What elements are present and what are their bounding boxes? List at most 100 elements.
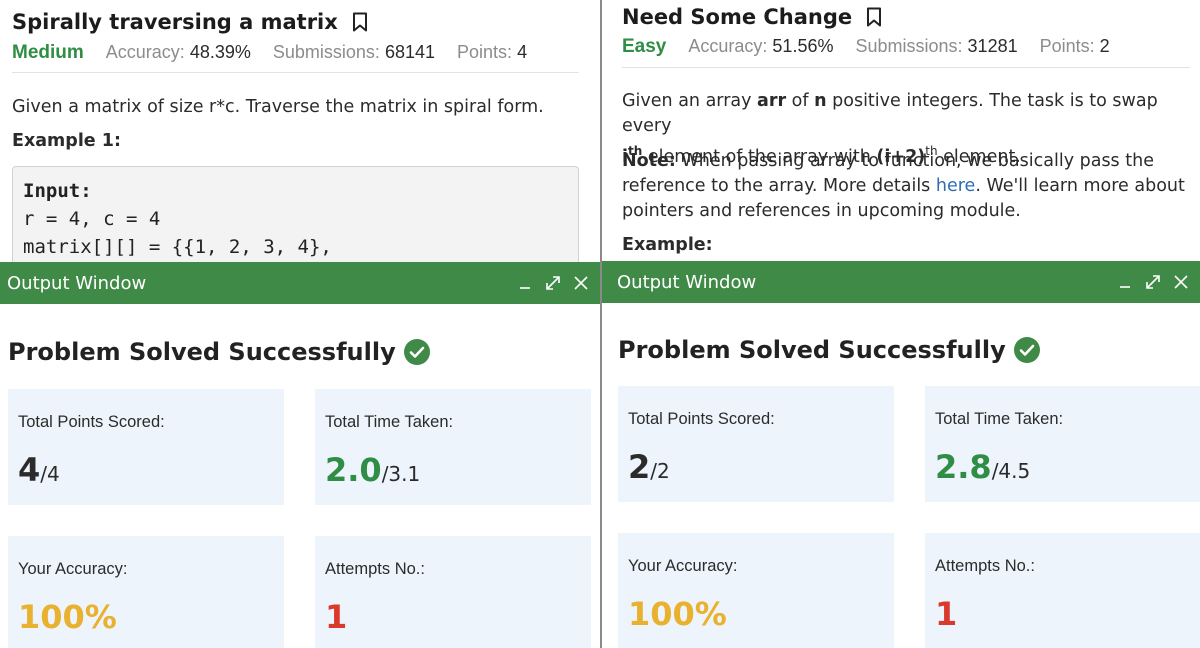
- problem-description: Given a matrix of size r*c. Traverse the…: [12, 97, 544, 117]
- accuracy-value: 51.56%: [772, 36, 834, 56]
- accuracy-card-label: Your Accuracy:: [628, 557, 738, 575]
- time-taken: 2.0: [325, 451, 382, 489]
- submissions-label: Submissions:: [855, 36, 963, 56]
- example-label: Example 1:: [12, 131, 121, 151]
- time-total: /3.1: [381, 462, 421, 486]
- points-card: Total Points Scored: 4/4: [8, 389, 284, 505]
- solved-message: Problem Solved Successfully: [8, 338, 430, 366]
- left-problem-pane: Spirally traversing a matrix Medium Accu…: [0, 0, 600, 648]
- submissions-value: 68141: [384, 42, 436, 62]
- desc-text: Given an array: [622, 91, 758, 111]
- points-value: 2: [1099, 36, 1110, 56]
- submissions-stat: Submissions: 68141: [273, 42, 435, 63]
- desc-code-n: n: [814, 91, 827, 111]
- problem-title: Need Some Change: [622, 5, 853, 29]
- accuracy-label: Accuracy:: [105, 42, 185, 62]
- submissions-label: Submissions:: [272, 42, 380, 62]
- accuracy-card-label: Your Accuracy:: [18, 560, 128, 578]
- minimize-icon[interactable]: [1116, 273, 1134, 291]
- note-label: Note:: [622, 151, 676, 171]
- example-label: Example:: [622, 235, 713, 255]
- output-window-body: Problem Solved Successfully Total Points…: [602, 303, 1200, 648]
- points-label: Points:: [457, 42, 513, 62]
- difficulty-badge: Medium: [12, 42, 84, 63]
- points-card-label: Total Points Scored:: [18, 413, 165, 431]
- problem-title-row: Need Some Change: [622, 5, 882, 29]
- accuracy-label: Accuracy:: [688, 36, 768, 56]
- attempts-card-label: Attempts No.:: [935, 557, 1035, 575]
- problem-meta: Easy Accuracy: 51.56% Submissions: 31281…: [622, 36, 1110, 58]
- bookmark-icon[interactable]: [352, 12, 368, 32]
- accuracy-stat: Accuracy: 48.39%: [106, 42, 251, 63]
- attempts-card-label: Attempts No.:: [325, 560, 425, 578]
- points-card: Total Points Scored: 2/2: [618, 386, 894, 502]
- desc-text: of: [786, 91, 815, 111]
- right-problem-pane: Need Some Change Easy Accuracy: 51.56% S…: [602, 0, 1200, 648]
- output-window-body: Problem Solved Successfully Total Points…: [0, 304, 600, 648]
- problem-panel: Spirally traversing a matrix Medium Accu…: [0, 0, 600, 262]
- divider-line: [12, 72, 579, 73]
- check-circle-icon: [1013, 337, 1040, 363]
- window-controls: [516, 274, 600, 292]
- accuracy-card: Your Accuracy: 100%: [618, 533, 894, 648]
- points-label: Points:: [1039, 36, 1095, 56]
- time-card: Total Time Taken: 2.0/3.1: [315, 389, 591, 505]
- points-stat: Points: 4: [457, 42, 527, 63]
- points-scored: 4: [18, 451, 41, 489]
- accuracy-card-value: 100%: [18, 598, 117, 636]
- problem-title: Spirally traversing a matrix: [12, 10, 338, 34]
- divider-line: [622, 67, 1190, 68]
- output-window-title: Output Window: [617, 271, 757, 293]
- time-card-value: 2.8/4.5: [935, 448, 1030, 486]
- points-total: /4: [40, 462, 60, 486]
- points-value: 4: [517, 42, 528, 62]
- problem-note: Note: When passing array to function, we…: [622, 149, 1188, 224]
- solved-text: Problem Solved Successfully: [8, 338, 396, 366]
- problem-panel: Need Some Change Easy Accuracy: 51.56% S…: [602, 0, 1200, 262]
- difficulty-badge: Easy: [622, 36, 667, 57]
- time-taken: 2.8: [935, 448, 992, 486]
- accuracy-card-value: 100%: [628, 595, 727, 633]
- expand-icon[interactable]: [544, 274, 562, 292]
- minimize-icon[interactable]: [516, 274, 534, 292]
- close-icon[interactable]: [1172, 273, 1190, 291]
- expand-icon[interactable]: [1144, 273, 1162, 291]
- attempts-card: Attempts No.: 1: [315, 536, 591, 648]
- desc-code-arr: arr: [757, 91, 787, 111]
- time-total: /4.5: [991, 459, 1031, 483]
- submissions-value: 31281: [967, 36, 1018, 56]
- attempts-card: Attempts No.: 1: [925, 533, 1200, 648]
- points-stat: Points: 2: [1040, 36, 1110, 57]
- output-window-titlebar[interactable]: Output Window: [602, 261, 1200, 303]
- attempts-card-value: 1: [935, 595, 958, 633]
- code-input-label: Input:: [23, 180, 92, 202]
- problem-meta: Medium Accuracy: 48.39% Submissions: 681…: [12, 42, 527, 64]
- solved-message: Problem Solved Successfully: [618, 336, 1040, 364]
- submissions-stat: Submissions: 31281: [855, 36, 1017, 57]
- details-link[interactable]: here: [936, 176, 975, 196]
- attempts-card-value: 1: [325, 598, 348, 636]
- time-card-value: 2.0/3.1: [325, 451, 420, 489]
- solved-text: Problem Solved Successfully: [618, 336, 1006, 364]
- points-card-value: 2/2: [628, 448, 670, 486]
- accuracy-stat: Accuracy: 51.56%: [688, 36, 833, 57]
- problem-title-row: Spirally traversing a matrix: [12, 10, 368, 34]
- points-card-label: Total Points Scored:: [628, 410, 775, 428]
- points-total: /2: [650, 459, 670, 483]
- example-code-block: Input: r = 4, c = 4 matrix[][] = {{1, 2,…: [12, 166, 579, 262]
- points-card-value: 4/4: [18, 451, 60, 489]
- code-line: r = 4, c = 4: [23, 208, 161, 230]
- accuracy-value: 48.39%: [189, 42, 251, 62]
- points-scored: 2: [628, 448, 651, 486]
- time-card-label: Total Time Taken:: [325, 413, 454, 431]
- output-window-title: Output Window: [7, 272, 147, 294]
- window-controls: [1116, 273, 1200, 291]
- output-window-titlebar[interactable]: Output Window: [0, 262, 600, 304]
- time-card: Total Time Taken: 2.8/4.5: [925, 386, 1200, 502]
- check-circle-icon: [403, 339, 430, 365]
- accuracy-card: Your Accuracy: 100%: [8, 536, 284, 648]
- close-icon[interactable]: [572, 274, 590, 292]
- bookmark-icon[interactable]: [866, 7, 882, 27]
- code-line: matrix[][] = {{1, 2, 3, 4},: [23, 236, 332, 258]
- time-card-label: Total Time Taken:: [935, 410, 1064, 428]
